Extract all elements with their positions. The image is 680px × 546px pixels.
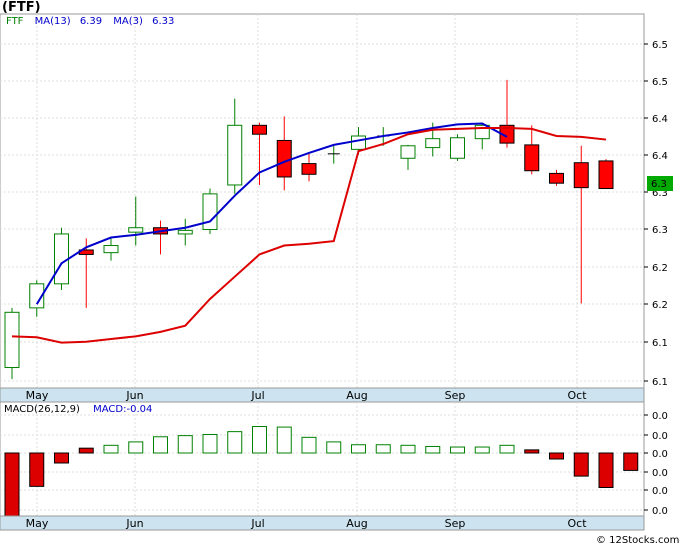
- macd-bar: [78, 447, 94, 454]
- price-tick-label: 6.4: [652, 114, 668, 125]
- macd-bar: [425, 445, 441, 454]
- macd-tick-label: 0.0: [652, 486, 668, 497]
- candle: [450, 134, 465, 161]
- macd-tick-label: 0.0: [652, 506, 668, 517]
- price-panel: [0, 13, 645, 389]
- month-label: Aug: [346, 517, 367, 530]
- macd-bar: [524, 449, 540, 454]
- macd-bar: [499, 444, 515, 454]
- month-label: Jun: [125, 517, 143, 530]
- macd-bar: [227, 431, 243, 454]
- macd-bar: [177, 435, 193, 454]
- macd-bar: [202, 433, 218, 454]
- price-tick-label: 6.2: [652, 300, 668, 311]
- macd-bar: [549, 452, 564, 460]
- month-label: Jul: [250, 517, 264, 530]
- price-tick-label: 6.1: [652, 377, 668, 388]
- month-strip-top: [0, 387, 645, 403]
- macd-bar: [573, 452, 589, 477]
- candle-body: [400, 145, 416, 159]
- chart-title: (FTF): [2, 0, 41, 15]
- candle-body: [177, 229, 193, 235]
- month-label: Jul: [250, 389, 264, 402]
- month-label: Aug: [346, 389, 367, 402]
- macd-bar: [54, 452, 69, 464]
- candle-body: [301, 163, 317, 175]
- macd-bar: [276, 426, 292, 454]
- macd-tick-label: 0.0: [652, 468, 668, 479]
- candle-body: [54, 233, 69, 285]
- candle-body: [252, 124, 267, 135]
- macd-legend-value: MACD:-0.04: [93, 404, 152, 415]
- price-tick-label: 6.5: [652, 77, 668, 88]
- month-strip-bottom: [0, 515, 645, 531]
- watermark: © 12Stocks.com: [596, 535, 679, 546]
- macd-bar: [400, 444, 416, 454]
- candle: [202, 188, 218, 234]
- macd-bar: [29, 452, 45, 487]
- price-tick-label: 6.4: [652, 151, 668, 162]
- candle: [54, 227, 69, 291]
- macd-tick-label: 0.0: [652, 431, 668, 442]
- candle-body: [598, 160, 614, 190]
- macd-bar: [103, 444, 119, 454]
- candle: [598, 159, 614, 190]
- candle-body: [128, 227, 144, 233]
- macd-bar: [301, 436, 317, 454]
- candle-body: [425, 138, 441, 149]
- macd-bar: [153, 436, 168, 454]
- month-label: Sep: [445, 389, 466, 402]
- macd-bar: [351, 444, 366, 454]
- macd-bar: [623, 452, 639, 471]
- price-tick-label: 6.3: [652, 225, 668, 236]
- price-tick-label: 6.2: [652, 263, 668, 274]
- macd-bar: [450, 446, 465, 454]
- legend-ma3-label: MA(3): [113, 16, 143, 27]
- last-price-label: 6.3: [651, 179, 667, 190]
- candle-body: [202, 193, 218, 230]
- macd-tick-label: 0.0: [652, 411, 668, 422]
- candle-body: [351, 135, 366, 150]
- legend-symbol: FTF: [6, 16, 24, 27]
- month-label: Oct: [567, 389, 587, 402]
- legend-ma3-value: 6.33: [152, 16, 174, 27]
- month-label: Jun: [125, 389, 143, 402]
- macd-bar: [598, 452, 614, 488]
- macd-tick-label: 0.0: [652, 449, 668, 460]
- candle-body: [450, 137, 465, 159]
- macd-legend-label: MACD(26,12,9): [4, 404, 80, 415]
- candle-body: [524, 144, 540, 172]
- macd-panel: [0, 401, 645, 517]
- candle-body: [573, 162, 589, 189]
- price-tick-label: 6.5: [652, 40, 668, 51]
- macd-legend: MACD(26,12,9) MACD:-0.04: [4, 404, 152, 415]
- candle-body: [549, 172, 564, 184]
- candle-body: [276, 139, 292, 178]
- macd-bar: [474, 446, 490, 454]
- macd-bar: [252, 426, 267, 454]
- macd-bar: [4, 452, 20, 517]
- macd-bar: [326, 441, 342, 454]
- candle-body: [4, 311, 20, 369]
- month-label: May: [26, 517, 49, 530]
- stock-chart: (FTF) 6.5 6.5 6.4 6.4 6.3 6.3 6.2 6.2 6.1 6.1 FTF…: [0, 0, 680, 546]
- legend-ma13-value: 6.39: [80, 16, 102, 27]
- candle-body: [103, 245, 119, 254]
- month-label: May: [26, 389, 49, 402]
- price-tick-label: 6.1: [652, 338, 668, 349]
- candle-body: [227, 124, 243, 186]
- macd-bar: [128, 441, 144, 454]
- month-label: Oct: [567, 517, 587, 530]
- month-label: Sep: [445, 517, 466, 530]
- macd-bar: [375, 444, 391, 454]
- legend-ma13-label: MA(13): [35, 16, 71, 27]
